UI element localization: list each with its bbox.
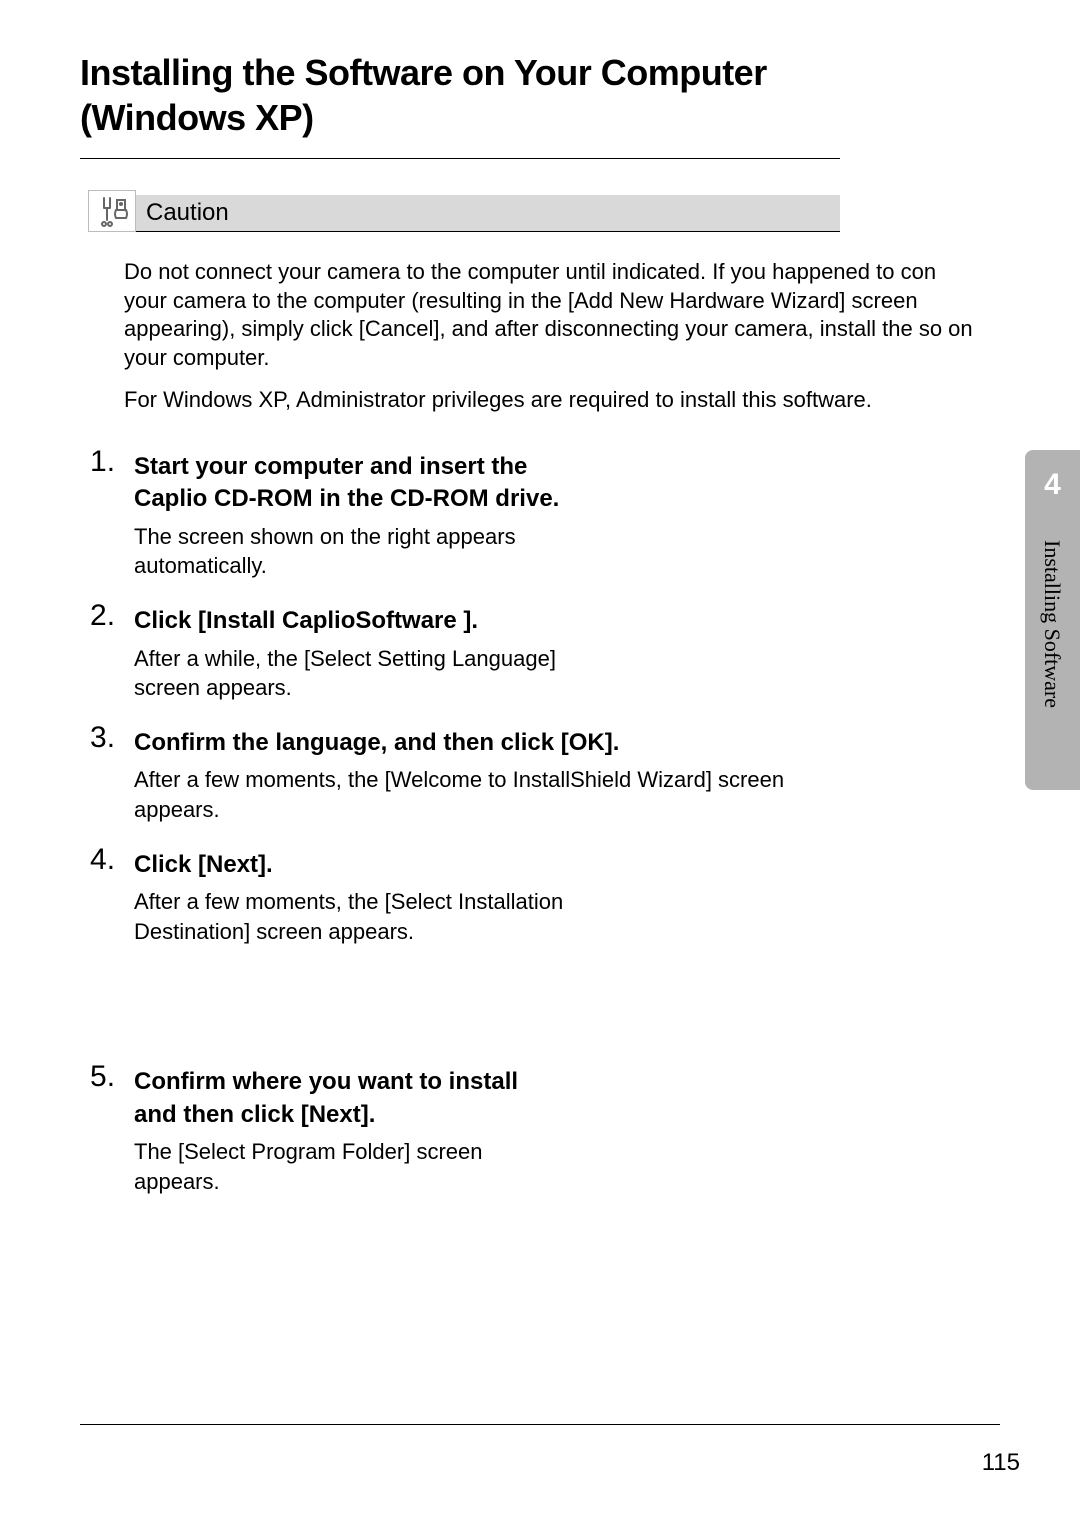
caution-header: Caution [90,195,840,232]
caution-paragraph: For Windows XP, Administrator privileges… [124,386,974,415]
chapter-number: 4 [1025,450,1080,522]
caution-paragraph: Do not connect your camera to the comput… [124,258,974,372]
page-number: 115 [982,1449,1020,1477]
chapter-title: Installing Software [1039,540,1065,708]
caution-icon [88,190,136,232]
step-detail: After a few moments, the [Select Install… [134,887,564,946]
step-heading: Click [Next]. [134,849,564,881]
step-heading: Start your computer and insert the Capli… [134,451,564,516]
step-detail: After a while, the [Select Setting Langu… [134,644,564,703]
step-detail: After a few moments, the [Welcome to Ins… [134,765,834,824]
caution-label: Caution [146,199,229,227]
step-item: Confirm where you want to install and th… [80,1066,840,1196]
footer-divider [80,1424,1000,1425]
step-detail: The screen shown on the right appears au… [134,522,564,581]
step-heading: Confirm the language, and then click [OK… [134,727,834,759]
caution-box: Caution Do not connect your camera to th… [90,195,840,415]
step-detail: The [Select Program Folder] screen appea… [134,1137,564,1196]
step-heading: Click [Install CaplioSoftware ]. [134,605,564,637]
chapter-tab: 4 Installing Software [1025,450,1080,790]
step-heading: Confirm where you want to install and th… [134,1066,564,1131]
step-item: Click [Next]. After a few moments, the [… [80,849,840,1043]
step-item: Start your computer and insert the Capli… [80,451,840,581]
step-item: Click [Install CaplioSoftware ]. After a… [80,605,840,703]
step-item: Confirm the language, and then click [OK… [80,727,840,825]
install-steps: Start your computer and insert the Capli… [80,451,840,1197]
title-divider [80,158,840,159]
caution-body: Do not connect your camera to the comput… [90,232,974,415]
page-title: Installing the Software on Your Computer… [80,50,840,140]
